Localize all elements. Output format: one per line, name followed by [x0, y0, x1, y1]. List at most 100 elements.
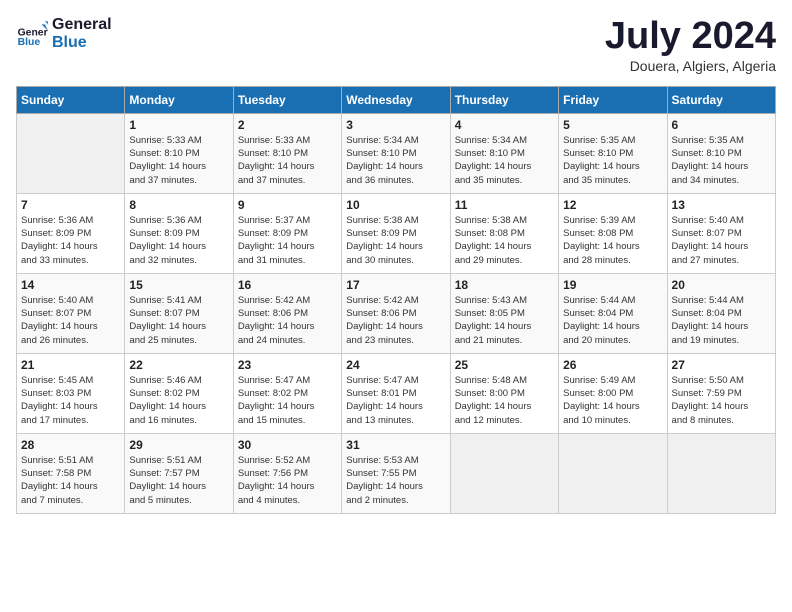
day-info: Sunrise: 5:34 AM Sunset: 8:10 PM Dayligh…: [346, 134, 445, 187]
header-row: SundayMondayTuesdayWednesdayThursdayFrid…: [17, 86, 776, 113]
day-header-friday: Friday: [559, 86, 667, 113]
calendar-cell: 2 Sunrise: 5:33 AM Sunset: 8:10 PM Daylig…: [233, 113, 341, 193]
day-number: 5: [563, 118, 662, 132]
day-number: 9: [238, 198, 337, 212]
day-info: Sunrise: 5:36 AM Sunset: 8:09 PM Dayligh…: [21, 214, 120, 267]
day-number: 3: [346, 118, 445, 132]
day-number: 17: [346, 278, 445, 292]
calendar-cell: [559, 433, 667, 513]
calendar-cell: 20 Sunrise: 5:44 AM Sunset: 8:04 PM Dayli…: [667, 273, 775, 353]
location-subtitle: Douera, Algiers, Algeria: [605, 58, 776, 74]
logo: General Blue General Blue: [16, 16, 112, 51]
day-number: 15: [129, 278, 228, 292]
calendar-cell: 6 Sunrise: 5:35 AM Sunset: 8:10 PM Daylig…: [667, 113, 775, 193]
day-number: 26: [563, 358, 662, 372]
day-number: 1: [129, 118, 228, 132]
day-info: Sunrise: 5:52 AM Sunset: 7:56 PM Dayligh…: [238, 454, 337, 507]
calendar-cell: 10Sunrise: 5:38 AM Sunset: 8:09 PM Dayli…: [342, 193, 450, 273]
calendar-cell: 28 Sunrise: 5:51 AM Sunset: 7:58 PM Dayli…: [17, 433, 125, 513]
day-info: Sunrise: 5:35 AM Sunset: 8:10 PM Dayligh…: [563, 134, 662, 187]
calendar-cell: 30 Sunrise: 5:52 AM Sunset: 7:56 PM Dayli…: [233, 433, 341, 513]
calendar-cell: 26 Sunrise: 5:49 AM Sunset: 8:00 PM Dayli…: [559, 353, 667, 433]
calendar-cell: 15 Sunrise: 5:41 AM Sunset: 8:07 PM Dayli…: [125, 273, 233, 353]
svg-text:Blue: Blue: [18, 37, 41, 48]
week-row-2: 7 Sunrise: 5:36 AM Sunset: 8:09 PM Daylig…: [17, 193, 776, 273]
day-info: Sunrise: 5:44 AM Sunset: 8:04 PM Dayligh…: [672, 294, 771, 347]
calendar-cell: 25 Sunrise: 5:48 AM Sunset: 8:00 PM Dayli…: [450, 353, 558, 433]
day-number: 22: [129, 358, 228, 372]
day-info: Sunrise: 5:40 AM Sunset: 8:07 PM Dayligh…: [21, 294, 120, 347]
day-info: Sunrise: 5:42 AM Sunset: 8:06 PM Dayligh…: [346, 294, 445, 347]
day-info: Sunrise: 5:50 AM Sunset: 7:59 PM Dayligh…: [672, 374, 771, 427]
day-number: 28: [21, 438, 120, 452]
day-number: 31: [346, 438, 445, 452]
calendar-cell: 19Sunrise: 5:44 AM Sunset: 8:04 PM Dayli…: [559, 273, 667, 353]
day-number: 14: [21, 278, 120, 292]
calendar-cell: 11Sunrise: 5:38 AM Sunset: 8:08 PM Dayli…: [450, 193, 558, 273]
day-header-monday: Monday: [125, 86, 233, 113]
calendar-cell: 21Sunrise: 5:45 AM Sunset: 8:03 PM Dayli…: [17, 353, 125, 433]
day-number: 25: [455, 358, 554, 372]
day-number: 30: [238, 438, 337, 452]
day-number: 2: [238, 118, 337, 132]
day-info: Sunrise: 5:43 AM Sunset: 8:05 PM Dayligh…: [455, 294, 554, 347]
calendar-cell: 12Sunrise: 5:39 AM Sunset: 8:08 PM Dayli…: [559, 193, 667, 273]
day-info: Sunrise: 5:51 AM Sunset: 7:58 PM Dayligh…: [21, 454, 120, 507]
day-info: Sunrise: 5:42 AM Sunset: 8:06 PM Dayligh…: [238, 294, 337, 347]
day-header-wednesday: Wednesday: [342, 86, 450, 113]
week-row-5: 28 Sunrise: 5:51 AM Sunset: 7:58 PM Dayli…: [17, 433, 776, 513]
day-header-tuesday: Tuesday: [233, 86, 341, 113]
day-info: Sunrise: 5:47 AM Sunset: 8:01 PM Dayligh…: [346, 374, 445, 427]
calendar-table: SundayMondayTuesdayWednesdayThursdayFrid…: [16, 86, 776, 514]
logo-line2: Blue: [52, 34, 112, 52]
calendar-cell: 1Sunrise: 5:33 AM Sunset: 8:10 PM Daylig…: [125, 113, 233, 193]
day-number: 23: [238, 358, 337, 372]
calendar-cell: 17 Sunrise: 5:42 AM Sunset: 8:06 PM Dayli…: [342, 273, 450, 353]
calendar-cell: 31Sunrise: 5:53 AM Sunset: 7:55 PM Dayli…: [342, 433, 450, 513]
day-info: Sunrise: 5:47 AM Sunset: 8:02 PM Dayligh…: [238, 374, 337, 427]
calendar-cell: [17, 113, 125, 193]
day-info: Sunrise: 5:48 AM Sunset: 8:00 PM Dayligh…: [455, 374, 554, 427]
calendar-cell: 29Sunrise: 5:51 AM Sunset: 7:57 PM Dayli…: [125, 433, 233, 513]
week-row-3: 14 Sunrise: 5:40 AM Sunset: 8:07 PM Dayli…: [17, 273, 776, 353]
calendar-cell: 24 Sunrise: 5:47 AM Sunset: 8:01 PM Dayli…: [342, 353, 450, 433]
day-number: 18: [455, 278, 554, 292]
logo-icon: General Blue: [16, 18, 48, 50]
day-number: 12: [563, 198, 662, 212]
day-info: Sunrise: 5:49 AM Sunset: 8:00 PM Dayligh…: [563, 374, 662, 427]
day-info: Sunrise: 5:51 AM Sunset: 7:57 PM Dayligh…: [129, 454, 228, 507]
week-row-4: 21Sunrise: 5:45 AM Sunset: 8:03 PM Dayli…: [17, 353, 776, 433]
day-number: 24: [346, 358, 445, 372]
day-number: 21: [21, 358, 120, 372]
day-info: Sunrise: 5:36 AM Sunset: 8:09 PM Dayligh…: [129, 214, 228, 267]
day-info: Sunrise: 5:33 AM Sunset: 8:10 PM Dayligh…: [238, 134, 337, 187]
day-info: Sunrise: 5:46 AM Sunset: 8:02 PM Dayligh…: [129, 374, 228, 427]
title-block: July 2024 Douera, Algiers, Algeria: [605, 16, 776, 74]
day-number: 7: [21, 198, 120, 212]
day-info: Sunrise: 5:41 AM Sunset: 8:07 PM Dayligh…: [129, 294, 228, 347]
calendar-body: 1 Sunrise: 5:33 AM Sunset: 8:10 PM Daylig…: [17, 113, 776, 513]
day-header-saturday: Saturday: [667, 86, 775, 113]
day-number: 20: [672, 278, 771, 292]
week-row-1: 1 Sunrise: 5:33 AM Sunset: 8:10 PM Daylig…: [17, 113, 776, 193]
day-header-thursday: Thursday: [450, 86, 558, 113]
day-number: 13: [672, 198, 771, 212]
day-number: 6: [672, 118, 771, 132]
calendar-cell: [450, 433, 558, 513]
day-info: Sunrise: 5:38 AM Sunset: 8:09 PM Dayligh…: [346, 214, 445, 267]
calendar-cell: [667, 433, 775, 513]
day-number: 4: [455, 118, 554, 132]
day-number: 19: [563, 278, 662, 292]
day-info: Sunrise: 5:38 AM Sunset: 8:08 PM Dayligh…: [455, 214, 554, 267]
day-info: Sunrise: 5:35 AM Sunset: 8:10 PM Dayligh…: [672, 134, 771, 187]
calendar-cell: 5 Sunrise: 5:35 AM Sunset: 8:10 PM Daylig…: [559, 113, 667, 193]
month-title: July 2024: [605, 16, 776, 58]
calendar-cell: 14 Sunrise: 5:40 AM Sunset: 8:07 PM Dayli…: [17, 273, 125, 353]
calendar-cell: 27Sunrise: 5:50 AM Sunset: 7:59 PM Dayli…: [667, 353, 775, 433]
logo-line1: General: [52, 16, 112, 34]
calendar-cell: 16 Sunrise: 5:42 AM Sunset: 8:06 PM Dayli…: [233, 273, 341, 353]
day-number: 16: [238, 278, 337, 292]
calendar-header: SundayMondayTuesdayWednesdayThursdayFrid…: [17, 86, 776, 113]
day-header-sunday: Sunday: [17, 86, 125, 113]
calendar-cell: 13Sunrise: 5:40 AM Sunset: 8:07 PM Dayli…: [667, 193, 775, 273]
